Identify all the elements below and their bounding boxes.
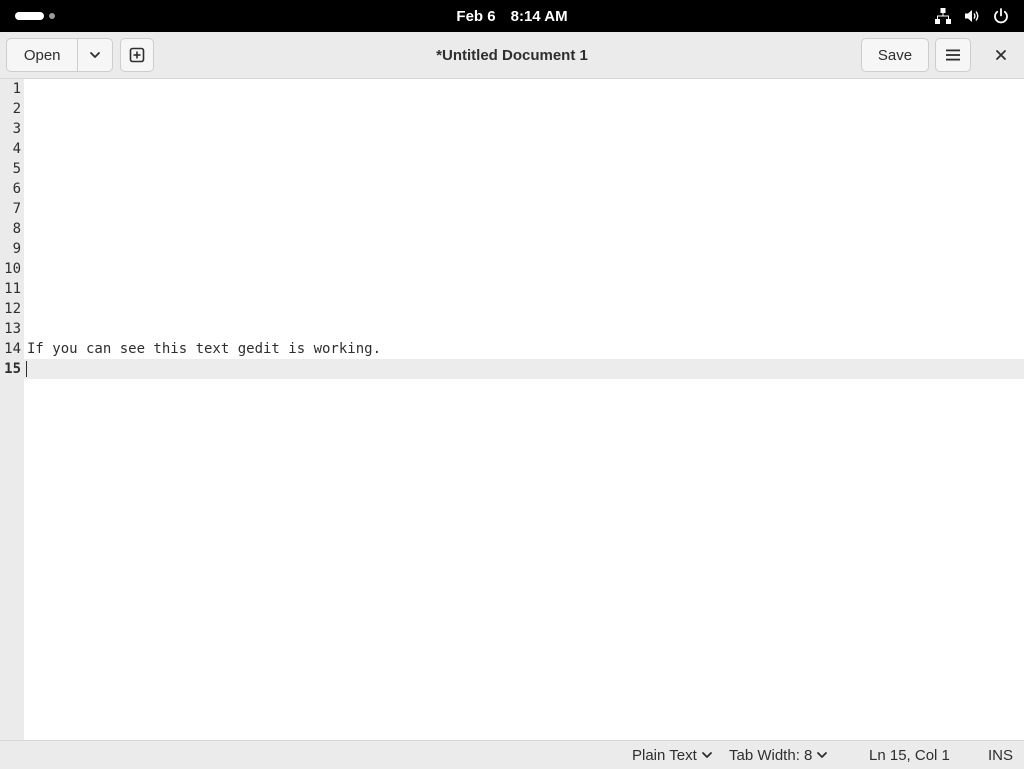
tab-width-selector[interactable]: Tab Width: 8 — [729, 741, 828, 769]
activities-indicator[interactable] — [15, 11, 57, 21]
volume-icon[interactable] — [963, 7, 981, 25]
clock: Feb 6 8:14 AM — [0, 0, 1024, 32]
line-text[interactable] — [24, 279, 1024, 299]
editor-line: 4 — [0, 139, 1024, 159]
close-window-button[interactable] — [985, 38, 1017, 72]
main-menu-button[interactable] — [935, 38, 971, 72]
insert-mode-indicator: INS — [988, 741, 1013, 769]
status-bar: Plain Text Tab Width: 8 Ln 15, Col 1 INS — [0, 740, 1024, 769]
hamburger-menu-icon — [946, 49, 960, 61]
line-text[interactable] — [24, 259, 1024, 279]
chevron-down-icon — [701, 752, 712, 758]
line-number: 5 — [12, 161, 21, 177]
line-text[interactable] — [24, 199, 1024, 219]
language-selector[interactable]: Plain Text — [632, 741, 713, 769]
chevron-down-icon — [817, 752, 828, 758]
close-icon — [996, 50, 1006, 60]
line-number: 8 — [12, 221, 21, 237]
save-button[interactable]: Save — [861, 38, 929, 72]
tab-width-label: Tab Width: 8 — [729, 746, 813, 764]
line-text[interactable] — [24, 239, 1024, 259]
new-tab-button[interactable] — [120, 38, 154, 72]
line-number: 13 — [4, 321, 21, 337]
line-text[interactable] — [24, 359, 1024, 379]
insert-mode-label: INS — [988, 746, 1014, 764]
network-icon[interactable] — [934, 7, 952, 25]
editor-lines: 1 2 3 4 5 6 7 8 9 10 11 12 13 14 If you c… — [0, 79, 1024, 379]
header-bar: *Untitled Document 1 Open Save — [0, 32, 1024, 79]
line-number: 14 — [4, 341, 21, 357]
line-number: 15 — [4, 361, 21, 377]
line-number: 4 — [12, 141, 21, 157]
editor-line: 2 — [0, 99, 1024, 119]
line-number: 2 — [12, 101, 21, 117]
line-text[interactable]: If you can see this text gedit is workin… — [24, 339, 1024, 359]
line-number: 7 — [12, 201, 21, 217]
editor-line: 9 — [0, 239, 1024, 259]
line-number: 1 — [12, 81, 21, 97]
text-cursor — [26, 361, 27, 377]
editor-line: 6 — [0, 179, 1024, 199]
cursor-position-label: Ln 15, Col 1 — [869, 746, 950, 764]
line-text[interactable] — [24, 159, 1024, 179]
open-button[interactable]: Open — [7, 39, 79, 71]
document-title-text: *Untitled Document 1 — [436, 46, 588, 64]
system-top-bar: Feb 6 8:14 AM — [0, 0, 1024, 32]
open-button-group: Open — [6, 38, 113, 72]
editor-line: 13 — [0, 319, 1024, 339]
editor-line: 5 — [0, 159, 1024, 179]
line-text[interactable] — [24, 79, 1024, 99]
line-text[interactable] — [24, 179, 1024, 199]
new-tab-icon — [129, 47, 145, 63]
line-text[interactable] — [24, 99, 1024, 119]
editor-line: 1 — [0, 79, 1024, 99]
open-recent-dropdown-button[interactable] — [78, 39, 112, 71]
cursor-position[interactable]: Ln 15, Col 1 — [869, 741, 950, 769]
line-text[interactable] — [24, 299, 1024, 319]
line-number: 11 — [4, 281, 21, 297]
chevron-down-icon — [90, 52, 101, 58]
line-text[interactable] — [24, 139, 1024, 159]
line-number: 3 — [12, 121, 21, 137]
line-number: 9 — [12, 241, 21, 257]
workspace-inactive-indicator — [49, 13, 55, 19]
editor-line-current: 15 — [0, 359, 1024, 379]
line-number: 12 — [4, 301, 21, 317]
editor-line: 10 — [0, 259, 1024, 279]
power-icon[interactable] — [992, 7, 1010, 25]
editor-line: 14 If you can see this text gedit is work… — [0, 339, 1024, 359]
line-text[interactable] — [24, 119, 1024, 139]
workspace-active-indicator — [15, 12, 44, 20]
system-tray[interactable] — [934, 6, 1010, 26]
editor-line: 7 — [0, 199, 1024, 219]
clock-time[interactable]: 8:14 AM — [511, 8, 568, 25]
line-number: 6 — [12, 181, 21, 197]
text-editor[interactable]: 1 2 3 4 5 6 7 8 9 10 11 12 13 14 If you c… — [0, 79, 1024, 740]
clock-date[interactable]: Feb 6 — [456, 8, 495, 25]
line-number: 10 — [4, 261, 21, 277]
line-text[interactable] — [24, 319, 1024, 339]
editor-line: 8 — [0, 219, 1024, 239]
language-label: Plain Text — [632, 746, 697, 764]
editor-line: 3 — [0, 119, 1024, 139]
editor-line: 12 — [0, 299, 1024, 319]
editor-line: 11 — [0, 279, 1024, 299]
line-text[interactable] — [24, 219, 1024, 239]
